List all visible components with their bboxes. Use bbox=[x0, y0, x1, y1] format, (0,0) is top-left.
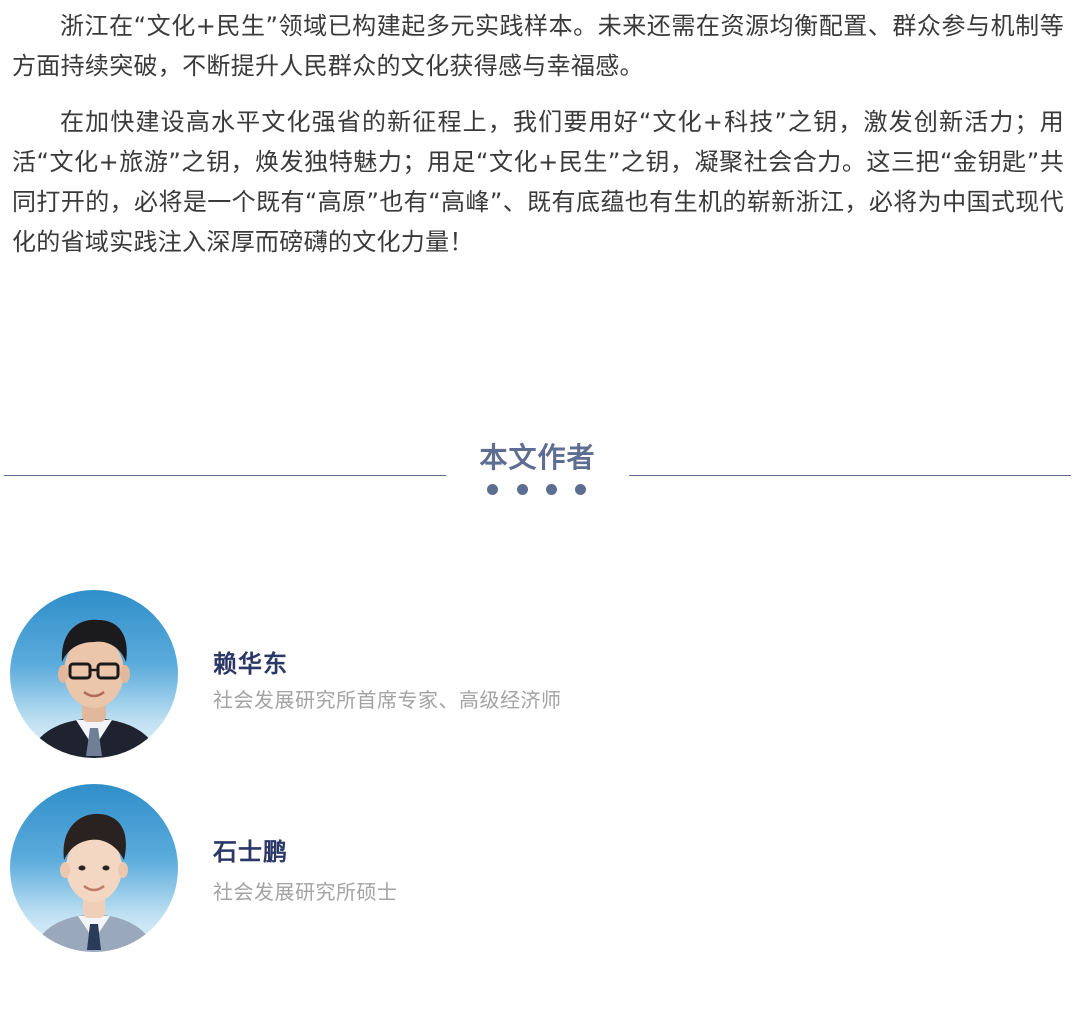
article-paragraph: 浙江在“文化+民生”领域已构建起多元实践样本。未来还需在资源均衡配置、群众参与机… bbox=[12, 12, 1064, 80]
decorative-dots bbox=[487, 484, 591, 496]
section-title: 本文作者 bbox=[479, 441, 596, 474]
avatar bbox=[10, 784, 178, 952]
author-name: 石士鹏 bbox=[213, 838, 288, 866]
dot-icon bbox=[517, 484, 528, 495]
article-body: 浙江在“文化+民生”领域已构建起多元实践样本。未来还需在资源均衡配置、群众参与机… bbox=[12, 6, 1064, 278]
author-card: 石士鹏 社会发展研究所硕士 bbox=[10, 784, 1060, 954]
author-name: 赖华东 bbox=[213, 650, 288, 678]
dot-icon bbox=[546, 484, 557, 495]
divider-left bbox=[4, 475, 446, 476]
author-title: 社会发展研究所首席专家、高级经济师 bbox=[213, 688, 562, 712]
article-paragraph: 在加快建设高水平文化强省的新征程上，我们要用好“文化+科技”之钥，激发创新活力；… bbox=[12, 108, 1064, 256]
dot-icon bbox=[487, 484, 498, 495]
avatar bbox=[10, 590, 178, 758]
person-portrait-icon bbox=[28, 619, 160, 758]
person-portrait-icon bbox=[32, 813, 156, 952]
dot-icon bbox=[575, 484, 586, 495]
divider-right bbox=[629, 475, 1071, 476]
author-title: 社会发展研究所硕士 bbox=[213, 880, 398, 904]
author-card: 赖华东 社会发展研究所首席专家、高级经济师 bbox=[10, 590, 1060, 760]
author-section-header: 本文作者 bbox=[0, 432, 1075, 512]
